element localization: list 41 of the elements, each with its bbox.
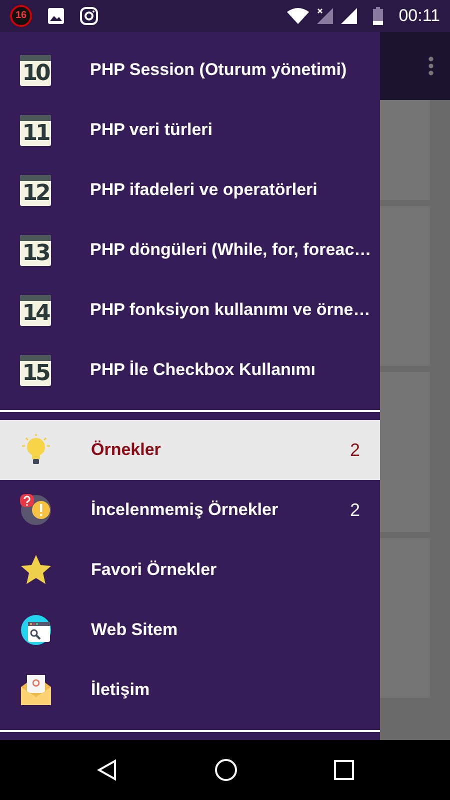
- image-icon: [48, 8, 64, 24]
- lesson-link[interactable]: PHP döngüleri (While, for, foreac…: [90, 237, 372, 263]
- bulb-icon: [20, 434, 52, 466]
- menu-label: Web Sitem: [91, 619, 178, 642]
- envelope-icon: [20, 674, 52, 706]
- lesson-link[interactable]: PHP fonksiyon kullanımı ve örne…: [90, 297, 370, 323]
- lesson-link[interactable]: PHP İle Checkbox Kullanımı: [90, 357, 316, 383]
- browser-search-icon: [20, 614, 52, 646]
- calendar-icon: 11: [20, 114, 51, 146]
- more-icon[interactable]: [428, 56, 434, 76]
- battery-icon: [372, 7, 383, 25]
- menu-item[interactable]: Web Sitem: [0, 600, 380, 660]
- menu-item[interactable]: İletişim: [0, 660, 380, 720]
- camera-icon: [80, 7, 98, 25]
- recents-icon[interactable]: [334, 760, 354, 780]
- menu-item[interactable]: İncelenmemiş Örnekler 2: [0, 480, 380, 540]
- wifi-icon: [286, 8, 309, 24]
- calendar-icon: 12: [20, 174, 51, 206]
- calendar-icon: 14: [20, 294, 51, 326]
- back-icon[interactable]: [96, 759, 118, 781]
- signal-icon: [316, 8, 333, 24]
- calendar-icon: 10: [20, 54, 51, 86]
- lesson-link[interactable]: PHP veri türleri: [90, 117, 213, 143]
- menu-item[interactable]: Favori Örnekler: [0, 540, 380, 600]
- menu-label: İletişim: [91, 679, 150, 702]
- lesson-link[interactable]: PHP ifadeleri ve operatörleri: [90, 177, 318, 203]
- clock: 00:11: [398, 5, 440, 28]
- calendar-icon: 13: [20, 234, 51, 266]
- menu-label: Örnekler: [91, 439, 161, 462]
- signal-icon: [340, 8, 357, 24]
- menu-label: Favori Örnekler: [91, 559, 217, 582]
- menu-item[interactable]: Örnekler 2: [0, 420, 380, 480]
- lesson-link[interactable]: PHP Session (Oturum yönetimi): [90, 57, 347, 83]
- notification-badge: 16: [10, 5, 32, 27]
- menu-label: İncelenmemiş Örnekler: [91, 499, 278, 522]
- calendar-icon: 15: [20, 354, 51, 386]
- item-count: 2: [350, 498, 360, 522]
- item-count: 2: [350, 438, 360, 462]
- home-icon[interactable]: [214, 758, 238, 782]
- question-alert-icon: [20, 494, 52, 526]
- star-icon: [20, 554, 52, 586]
